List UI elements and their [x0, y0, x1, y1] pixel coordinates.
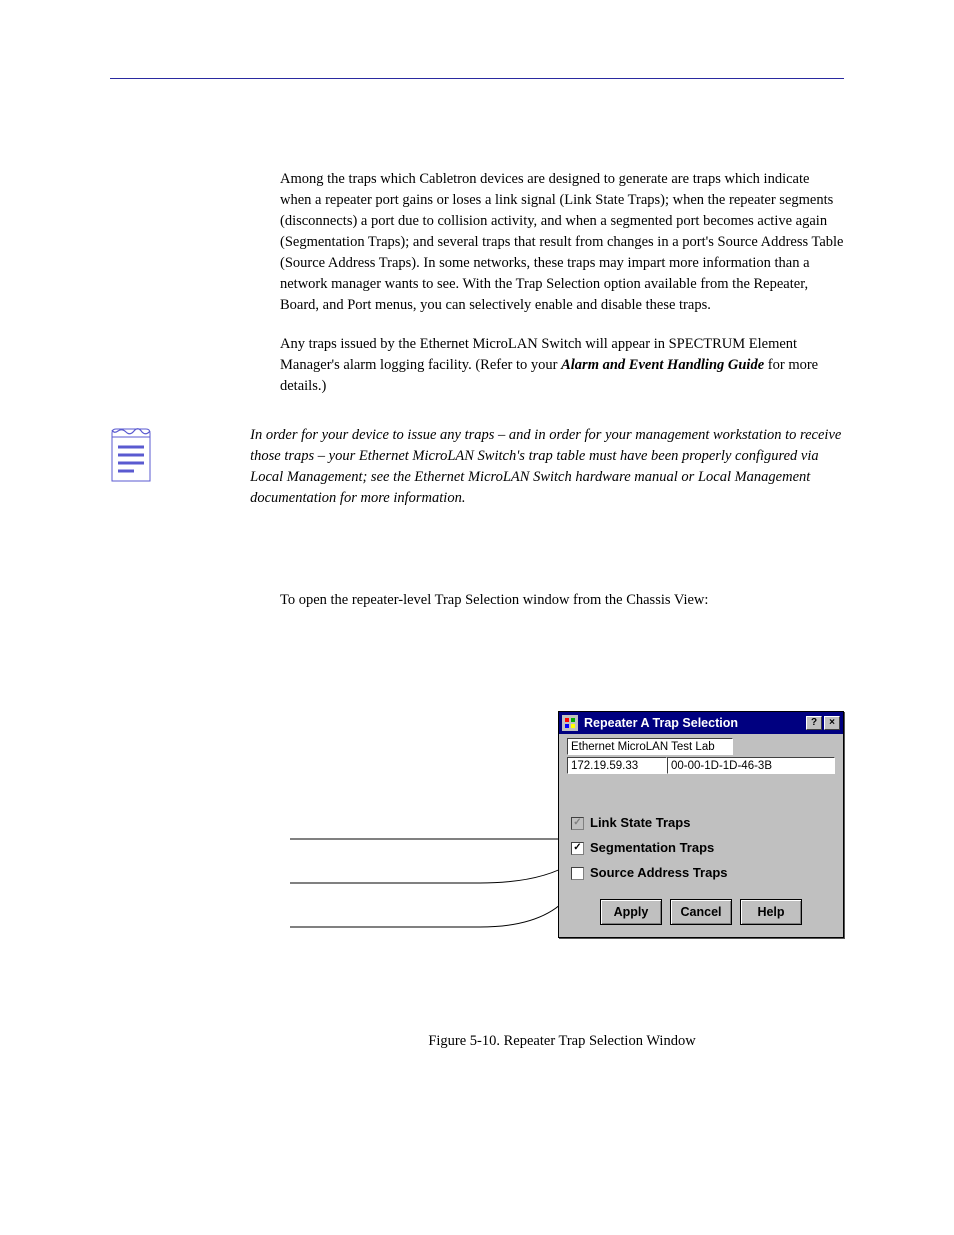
help-button-icon[interactable]: ?: [806, 716, 822, 730]
titlebar[interactable]: Repeater A Trap Selection ? ×: [559, 712, 843, 734]
device-name-field: Ethernet MicroLAN Test Lab: [567, 738, 733, 755]
source-address-label: Source Address Traps: [590, 864, 728, 883]
cancel-button[interactable]: Cancel: [670, 899, 732, 925]
segmentation-checkbox[interactable]: ✓: [571, 842, 584, 855]
source-address-checkbox[interactable]: [571, 867, 584, 880]
figure-caption: Figure 5-10. Repeater Trap Selection Win…: [280, 1031, 844, 1052]
paragraph-2: Any traps issued by the Ethernet MicroLA…: [280, 334, 844, 397]
figure: Repeater A Trap Selection ? × Ethernet M…: [280, 711, 844, 1011]
help-button[interactable]: Help: [740, 899, 802, 925]
link-state-checkbox[interactable]: ✓: [571, 817, 584, 830]
dialog-title: Repeater A Trap Selection: [582, 714, 804, 732]
header-rule: [110, 78, 844, 79]
ip-field: 172.19.59.33: [567, 757, 667, 774]
note-text: In order for your device to issue any tr…: [250, 425, 844, 509]
segmentation-label: Segmentation Traps: [590, 839, 714, 858]
apply-button[interactable]: Apply: [600, 899, 662, 925]
trap-selection-dialog: Repeater A Trap Selection ? × Ethernet M…: [558, 711, 844, 938]
mac-field: 00-00-1D-1D-46-3B: [667, 757, 835, 774]
intro-text: To open the repeater-level Trap Selectio…: [280, 590, 844, 611]
note-icon: [110, 427, 152, 483]
system-menu-icon[interactable]: [562, 715, 578, 731]
close-icon[interactable]: ×: [824, 716, 840, 730]
link-state-label: Link State Traps: [590, 814, 690, 833]
guide-name: Alarm and Event Handling Guide: [561, 357, 764, 373]
paragraph-1: Among the traps which Cabletron devices …: [280, 169, 844, 316]
